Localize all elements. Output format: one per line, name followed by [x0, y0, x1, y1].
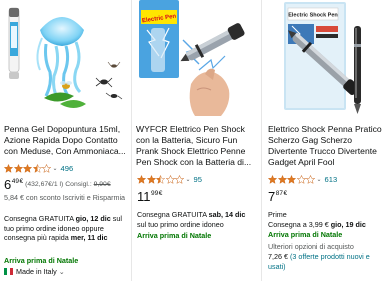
- price-whole: 7: [268, 189, 276, 204]
- chevron-down-icon[interactable]: ⌄: [59, 267, 65, 276]
- star-half-icon: [32, 163, 42, 173]
- product-card-2[interactable]: Electric Pen WYFCR Elettrico Pen Shock c…: [133, 0, 259, 281]
- card-divider: [261, 0, 262, 281]
- star-empty-icon: [165, 174, 175, 184]
- origin-text: Made in Italy: [16, 267, 57, 276]
- rating-stars[interactable]: ⌄ 95: [137, 174, 202, 184]
- price-fraction: 87: [275, 190, 283, 197]
- price-whole: 11: [137, 189, 151, 204]
- price-currency: €: [158, 190, 163, 197]
- origin-info[interactable]: Made in Italy ⌄: [4, 267, 127, 277]
- star-full-icon: [13, 163, 23, 173]
- delivery-info: Consegna GRATUITA sab, 14 dic sul tuo pr…: [137, 210, 256, 229]
- star-full-icon: [268, 174, 277, 184]
- list-price-value: 9,90€: [93, 181, 111, 188]
- price[interactable]: 7 87 €: [268, 190, 287, 203]
- shock-pen-package-image: Electric Shock Pen: [284, 2, 361, 114]
- delivery-date: sab, 14 dic: [208, 210, 246, 219]
- star-full-icon: [137, 174, 146, 184]
- price-fraction: 99: [151, 190, 159, 197]
- star-empty-icon: [306, 174, 315, 184]
- more-offers[interactable]: 7,26 € (3 offerte prodotti nuovi e usati…: [268, 252, 387, 271]
- list-price: Consigl.: 9,90€: [65, 181, 110, 189]
- chevron-down-icon[interactable]: ⌄: [186, 176, 191, 183]
- unit-price: (432,67€/1 l): [25, 181, 64, 188]
- christmas-badge: Arriva prima di Natale: [268, 230, 343, 239]
- star-full-icon: [146, 174, 156, 184]
- price-fraction: 49: [11, 178, 19, 185]
- delivery-prefix: Consegna a 3,99 €: [268, 220, 329, 229]
- prime-label: Prime: [268, 210, 287, 219]
- star-half-icon: [156, 174, 165, 184]
- savings-text: 5,84 € con sconto Iscriviti e Risparmia: [4, 193, 126, 202]
- star-full-icon: [287, 174, 296, 184]
- product-card-3[interactable]: Electric Shock Pen Elettrico Shock Penna…: [264, 0, 390, 281]
- product-title[interactable]: Penna Gel Dopopuntura 15ml, Azione Rapid…: [4, 124, 126, 157]
- more-offers-price: 7,26 €: [268, 252, 288, 261]
- star-full-icon: [277, 174, 287, 184]
- product-image[interactable]: Electric Shock Pen: [264, 0, 390, 120]
- review-count[interactable]: 613: [325, 175, 338, 184]
- delivery-prefix: Consegna GRATUITA: [4, 214, 74, 223]
- packaging-label: Electric Shock Pen: [288, 13, 338, 19]
- price-currency: €: [19, 178, 24, 185]
- product-title[interactable]: Elettrico Shock Penna Pratico Scherzo Ga…: [268, 124, 386, 168]
- delivery-suffix: sul tuo primo ordine idoneo: [137, 219, 224, 229]
- price-whole: 6: [4, 177, 12, 192]
- christmas-badge: Arriva prima di Natale: [137, 231, 212, 240]
- christmas-badge: Arriva prima di Natale: [4, 256, 79, 265]
- review-count[interactable]: 496: [61, 164, 74, 173]
- star-empty-icon: [42, 163, 51, 173]
- product-card-1[interactable]: Penna Gel Dopopuntura 15ml, Azione Rapid…: [0, 0, 130, 281]
- rating-stars[interactable]: ⌄ 496: [4, 163, 73, 173]
- star-full-icon: [4, 163, 13, 173]
- star-empty-icon: [175, 174, 184, 184]
- fast-delivery-date: mer, 11 dic: [70, 233, 108, 242]
- delivery-date: gio, 19 dic: [330, 220, 366, 229]
- delivery-prefix: Consegna GRATUITA: [137, 210, 207, 219]
- star-full-icon: [23, 163, 32, 173]
- price[interactable]: 11 99 €: [137, 190, 162, 203]
- delivery-info: Consegna a 3,99 € gio, 19 dic: [268, 220, 387, 230]
- product-image[interactable]: Electric Pen: [133, 0, 259, 120]
- review-count[interactable]: 95: [194, 175, 202, 184]
- price-currency: €: [283, 190, 288, 197]
- chevron-down-icon[interactable]: ⌄: [317, 176, 322, 183]
- jellyfish-pen-image: [8, 7, 123, 108]
- product-image[interactable]: [0, 0, 130, 120]
- delivery-info: Consegna GRATUITA gio, 12 dic sul tuo pr…: [4, 214, 127, 243]
- star-empty-icon: [296, 174, 306, 184]
- italy-flag-icon: [4, 268, 13, 275]
- product-title[interactable]: WYFCR Elettrico Pen Shock con la Batteri…: [136, 124, 255, 168]
- price[interactable]: 6 49 € (432,67€/1 l) Consigl.: 9,90€: [4, 178, 111, 191]
- list-price-label: Consigl.:: [65, 181, 92, 188]
- delivery-date: gio, 12 dic: [75, 214, 111, 223]
- shock-pen-image: Electric Pen: [139, 0, 245, 116]
- chevron-down-icon[interactable]: ⌄: [53, 165, 58, 172]
- more-options-label: Ulteriori opzioni di acquisto: [268, 242, 354, 251]
- rating-stars[interactable]: ⌄ 613: [268, 174, 337, 184]
- card-divider: [131, 0, 132, 281]
